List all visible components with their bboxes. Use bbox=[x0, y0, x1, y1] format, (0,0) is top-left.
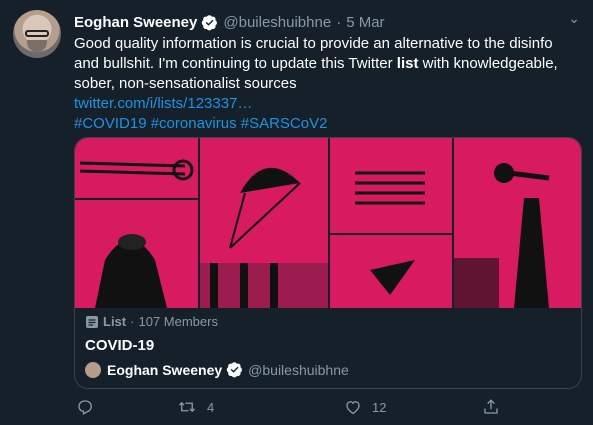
image-panel bbox=[75, 138, 198, 198]
share-icon bbox=[484, 399, 498, 414]
avatar-beard bbox=[27, 40, 47, 52]
tweet-text: Good quality information is crucial to p… bbox=[74, 34, 579, 134]
tweet-header: Eoghan Sweeney @buileshuibhne · 5 Mar bbox=[74, 12, 573, 32]
image-panel bbox=[454, 138, 581, 308]
author-avatar[interactable] bbox=[13, 10, 61, 58]
list-title: COVID-19 bbox=[85, 337, 155, 354]
list-owner: Eoghan Sweeney @buileshuibhne bbox=[85, 361, 349, 378]
member-count: 107 Members bbox=[138, 314, 218, 329]
like-count: 12 bbox=[372, 399, 387, 415]
tweet-text-bold: list bbox=[396, 55, 419, 72]
verified-icon bbox=[226, 362, 243, 378]
list-card[interactable]: List · 107 Members COVID-19 Eoghan Sween… bbox=[74, 137, 582, 389]
list-card-image bbox=[75, 138, 581, 308]
tweet-date[interactable]: 5 Mar bbox=[346, 14, 384, 31]
tweet-link[interactable]: twitter.com/i/lists/123337… bbox=[74, 94, 579, 114]
reply-icon bbox=[78, 400, 92, 415]
share-button[interactable] bbox=[482, 398, 500, 416]
avatar-glasses bbox=[25, 30, 49, 37]
tweet-hashtags[interactable]: #COVID19 #coronavirus #SARSCoV2 bbox=[74, 114, 579, 134]
like-icon bbox=[346, 401, 360, 415]
author-name[interactable]: Eoghan Sweeney bbox=[74, 14, 197, 31]
author-handle[interactable]: @buileshuibhne bbox=[223, 14, 331, 31]
retweet-button[interactable]: 4 bbox=[177, 398, 214, 416]
verified-icon bbox=[202, 14, 218, 30]
header-separator: · bbox=[336, 13, 342, 31]
reply-button[interactable] bbox=[76, 398, 94, 416]
like-button[interactable]: 12 bbox=[344, 398, 386, 416]
image-panel bbox=[330, 138, 452, 233]
owner-handle: @buileshuibhne bbox=[248, 361, 349, 378]
tweet-actions: 4 12 bbox=[74, 398, 514, 420]
list-icon bbox=[86, 315, 98, 328]
image-panel bbox=[200, 138, 328, 308]
meta-separator: · bbox=[130, 314, 135, 329]
owner-name: Eoghan Sweeney bbox=[107, 361, 223, 378]
caret-down-icon[interactable]: ⌄ bbox=[568, 10, 580, 27]
retweet-count: 4 bbox=[207, 399, 215, 415]
retweet-icon bbox=[179, 401, 195, 413]
image-panel bbox=[75, 200, 198, 308]
image-panel bbox=[330, 235, 452, 308]
owner-avatar bbox=[85, 361, 101, 378]
list-type-label: List bbox=[103, 314, 127, 329]
list-card-meta: List · 107 Members bbox=[85, 314, 218, 329]
